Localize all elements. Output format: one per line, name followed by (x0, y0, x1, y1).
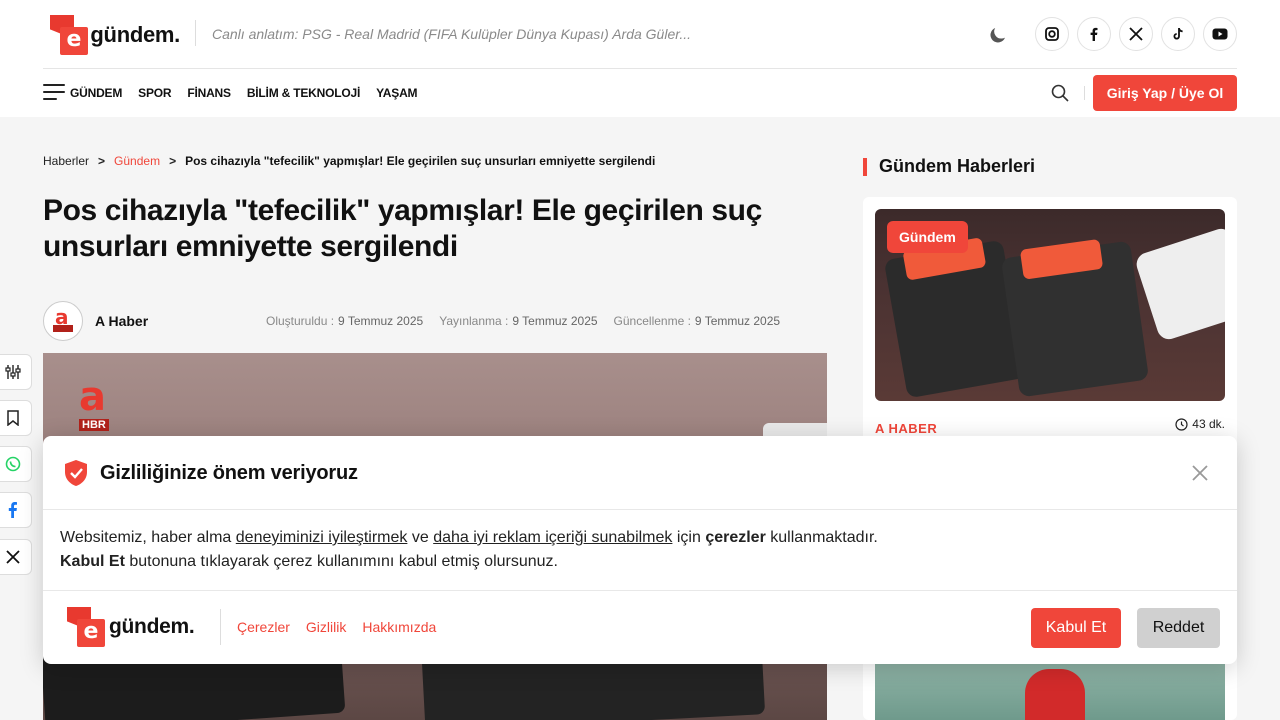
site-header: e gündem. Canlı anlatım: PSG - Real Madr… (0, 0, 1280, 117)
logo-letter: e (77, 619, 105, 647)
cookie-consent-dialog: Gizliliğinize önem veriyoruz Websitemiz,… (43, 436, 1237, 664)
cookie-message: Websitemiz, haber alma deneyiminizi iyil… (60, 526, 1220, 574)
clock-icon (1175, 417, 1188, 431)
breadcrumb-current: Pos cihazıyla "tefecilik" yapmışlar! Ele… (185, 154, 656, 168)
x-icon[interactable] (1119, 17, 1153, 51)
cookie-text: butonuna tıklayarak çerez kullanımını ka… (124, 553, 558, 570)
news-ticker[interactable]: Canlı anlatım: PSG - Real Madrid (FIFA K… (212, 26, 691, 42)
nav-item-yasam[interactable]: YAŞAM (376, 86, 417, 100)
cookie-link-experience[interactable]: deneyiminizi iyileştirmek (236, 529, 408, 546)
breadcrumb: Haberler > Gündem > Pos cihazıyla "tefec… (43, 154, 655, 168)
cookie-text: kullanmaktadır. (765, 529, 878, 546)
whatsapp-icon[interactable] (0, 446, 32, 482)
read-time: 43 dk. (1175, 417, 1225, 431)
moon-icon[interactable] (988, 25, 1008, 45)
news-source: A HABER (875, 421, 938, 436)
header-separator (43, 68, 1237, 69)
social-links (1035, 17, 1237, 51)
reject-button[interactable]: Reddet (1137, 608, 1220, 648)
article-title: Pos cihazıyla "tefecilik" yapmışlar! Ele… (43, 194, 762, 263)
site-logo[interactable]: e gündem. (50, 14, 180, 56)
shield-check-icon (65, 460, 87, 486)
sidebar-title: Gündem Haberleri (879, 156, 1036, 176)
news-card-image[interactable] (875, 663, 1225, 720)
category-badge[interactable]: Gündem (887, 221, 968, 253)
channel-logo: a HBR (79, 374, 125, 431)
login-button[interactable]: Giriş Yap / Üye Ol (1093, 75, 1237, 111)
published-date: 9 Temmuz 2025 (512, 314, 598, 328)
breadcrumb-home[interactable]: Haberler (43, 154, 89, 168)
cookie-link-ads[interactable]: daha iyi reklam içeriği sunabilmek (433, 529, 672, 546)
breadcrumb-category[interactable]: Gündem (114, 154, 160, 168)
author-name[interactable]: A Haber (95, 313, 148, 329)
sidebar-heading: Gündem Haberleri (863, 156, 1035, 177)
search-icon[interactable] (1050, 83, 1070, 103)
cookie-text: için (672, 529, 706, 546)
avatar[interactable]: a (43, 301, 83, 341)
cookie-text: ve (407, 529, 434, 546)
read-time-value: 43 dk. (1192, 417, 1225, 431)
cookie-header: Gizliliğinize önem veriyoruz (43, 436, 1237, 510)
logo-text: gündem. (90, 22, 180, 47)
instagram-icon[interactable] (1035, 17, 1069, 51)
menu-icon[interactable] (43, 84, 65, 102)
nav-item-finans[interactable]: FİNANS (187, 86, 231, 100)
nav-item-spor[interactable]: SPOR (138, 86, 171, 100)
bookmark-icon[interactable] (0, 400, 32, 436)
cookie-links: Çerezler Gizlilik Hakkımızda (237, 619, 436, 635)
channel-logo-text: HBR (79, 419, 109, 431)
header-divider (195, 20, 196, 46)
nav-divider (1084, 86, 1085, 100)
accept-button[interactable]: Kabul Et (1031, 608, 1121, 648)
breadcrumb-separator: > (169, 154, 177, 168)
logo-mark: e (50, 15, 88, 55)
x-icon[interactable] (0, 539, 32, 575)
cookie-text: Websitemiz, haber alma (60, 529, 236, 546)
article-dates: Oluşturuldu :9 Temmuz 2025 Yayınlanma :9… (266, 314, 780, 328)
updated-label: Güncellenme : (613, 314, 691, 328)
cookie-title: Gizliliğinize önem veriyoruz (100, 462, 358, 484)
created-date: 9 Temmuz 2025 (338, 314, 424, 328)
main-nav: GÜNDEM SPOR FİNANS BİLİM & TEKNOLOJİ YAŞ… (70, 86, 418, 100)
settings-icon[interactable] (0, 354, 32, 390)
close-icon[interactable] (1189, 462, 1211, 484)
cookie-bold: Kabul Et (60, 553, 125, 570)
youtube-icon[interactable] (1203, 17, 1237, 51)
facebook-icon[interactable] (1077, 17, 1111, 51)
nav-item-bilim-teknoloji[interactable]: BİLİM & TEKNOLOJİ (247, 86, 360, 100)
updated-date: 9 Temmuz 2025 (694, 314, 781, 328)
logo-letter: e (60, 27, 88, 55)
cookie-link-cerezler[interactable]: Çerezler (237, 619, 290, 635)
cookie-link-gizlilik[interactable]: Gizlilik (306, 619, 346, 635)
breadcrumb-separator: > (98, 154, 106, 168)
tiktok-icon[interactable] (1161, 17, 1195, 51)
logo-mark: e (67, 607, 107, 647)
published-label: Yayınlanma : (439, 314, 509, 328)
created-label: Oluşturuldu : (266, 314, 335, 328)
logo-text: gündem. (109, 615, 195, 638)
cookie-footer: e gündem. Çerezler Gizlilik Hakkımızda K… (43, 590, 1237, 664)
cookie-footer-divider (220, 609, 221, 645)
cookie-logo: e gündem. (67, 607, 195, 647)
cookie-bold: çerezler (705, 529, 766, 546)
messenger-icon[interactable] (0, 492, 32, 528)
channel-logo-letter: a (79, 374, 106, 420)
nav-item-gundem[interactable]: GÜNDEM (70, 86, 122, 100)
cookie-link-hakkimizda[interactable]: Hakkımızda (362, 619, 436, 635)
